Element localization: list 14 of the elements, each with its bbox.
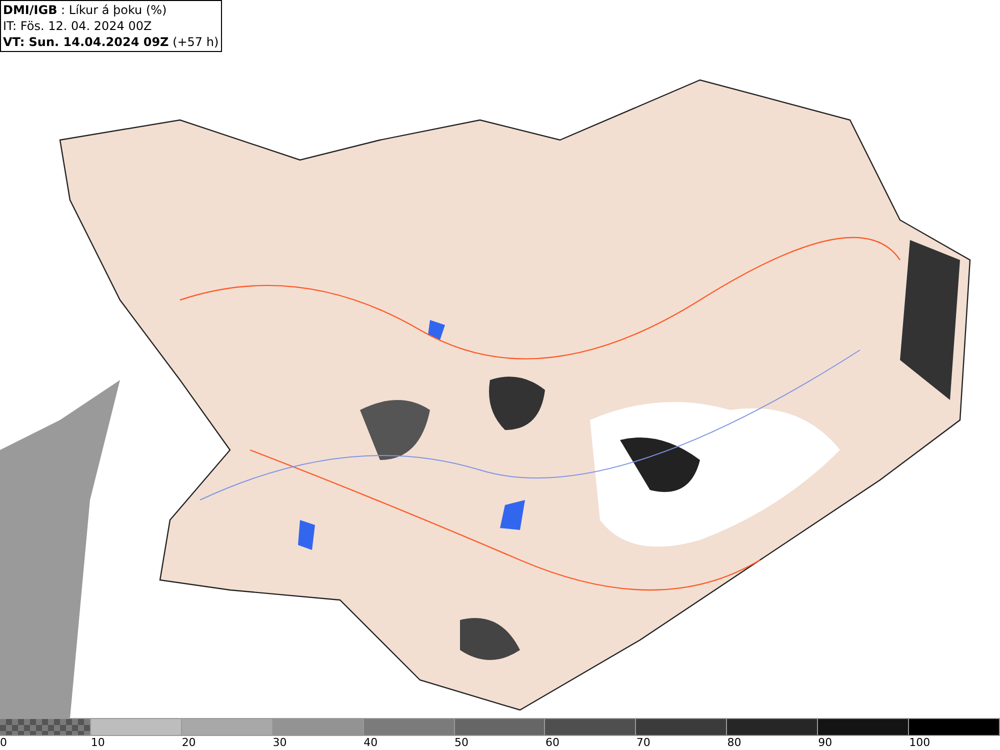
legend-label: 100	[909, 736, 932, 750]
legend-label: 50	[454, 736, 470, 750]
legend-label: 10	[90, 736, 106, 750]
legend-label: 70	[636, 736, 652, 750]
legend-label: 20	[182, 736, 197, 750]
header-line: VT: Sun. 14.04.2024 09Z (+57 h)	[3, 34, 219, 50]
legend-label: 40	[364, 736, 379, 750]
legend-label: 30	[272, 736, 288, 750]
legend-label: 0	[0, 736, 8, 750]
legend-label: 80	[727, 736, 742, 750]
header-line: DMI/IGB : Líkur á þoku (%)	[3, 2, 168, 18]
legend-label: 90	[818, 736, 834, 750]
header-line: IT: Fös. 12. 04. 2024 00Z	[3, 18, 153, 34]
legend-label: 60	[545, 736, 560, 750]
